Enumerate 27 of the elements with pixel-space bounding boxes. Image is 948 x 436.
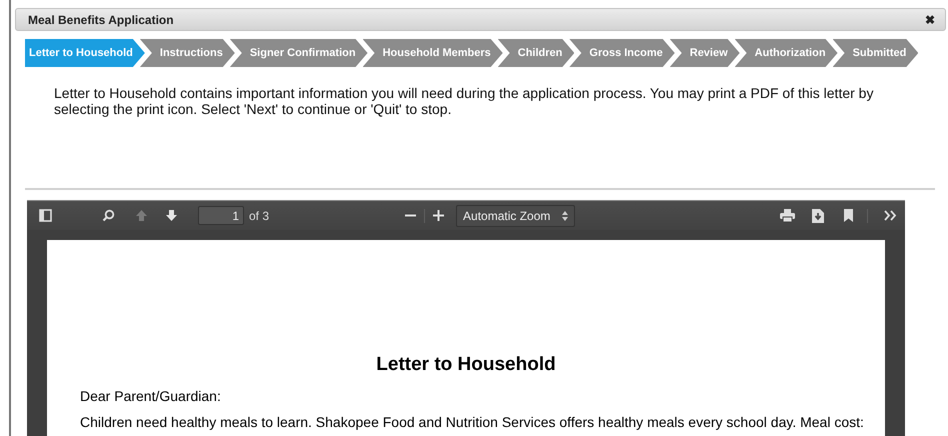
step-tab[interactable]: Signer Confirmation — [230, 39, 368, 67]
step-tab[interactable]: Instructions — [140, 39, 235, 67]
close-button[interactable]: ✖ — [925, 12, 935, 26]
sidebar-toggle-icon[interactable] — [39, 209, 52, 222]
greeting-text: Dear Parent/Guardian: — [80, 388, 222, 404]
step-tab[interactable]: Letter to Household — [25, 39, 145, 67]
bookmark-icon[interactable] — [844, 209, 853, 222]
zoom-select[interactable]: Automatic Zoom — [456, 204, 576, 226]
down-arrow-icon[interactable] — [165, 209, 178, 222]
zoom-in-icon[interactable] — [433, 210, 444, 221]
print-icon[interactable] — [780, 209, 795, 222]
window-title: Meal Benefits Application — [28, 12, 174, 26]
step-tab[interactable]: Authorization — [734, 39, 838, 67]
page-count: of 3 — [249, 208, 270, 222]
step-tab[interactable]: Household Members — [362, 39, 503, 67]
step-tab[interactable]: Review — [670, 39, 740, 67]
download-icon[interactable] — [812, 208, 824, 222]
intro-text: Letter to Household contains important information you will need during the application process. You may print a PDF of this letter by selecting the print icon. Select 'Next' to continue or 'Quit' to stop. — [54, 85, 874, 117]
page-number-field[interactable]: 1 — [198, 206, 244, 225]
paragraph-text: Children need healthy meals to learn. Shakopee Food and Nutrition Services offers healthy meals every school day. Meal cost: — [80, 414, 865, 430]
sort-arrows-icon — [562, 210, 568, 220]
step-tab[interactable]: Children — [498, 39, 574, 67]
step-tab[interactable]: Submitted — [832, 39, 918, 67]
document-title: Letter to Household — [375, 354, 557, 376]
step-tab[interactable]: Gross Income — [569, 39, 675, 67]
more-tools-icon[interactable] — [884, 210, 897, 221]
search-icon[interactable] — [102, 209, 115, 222]
